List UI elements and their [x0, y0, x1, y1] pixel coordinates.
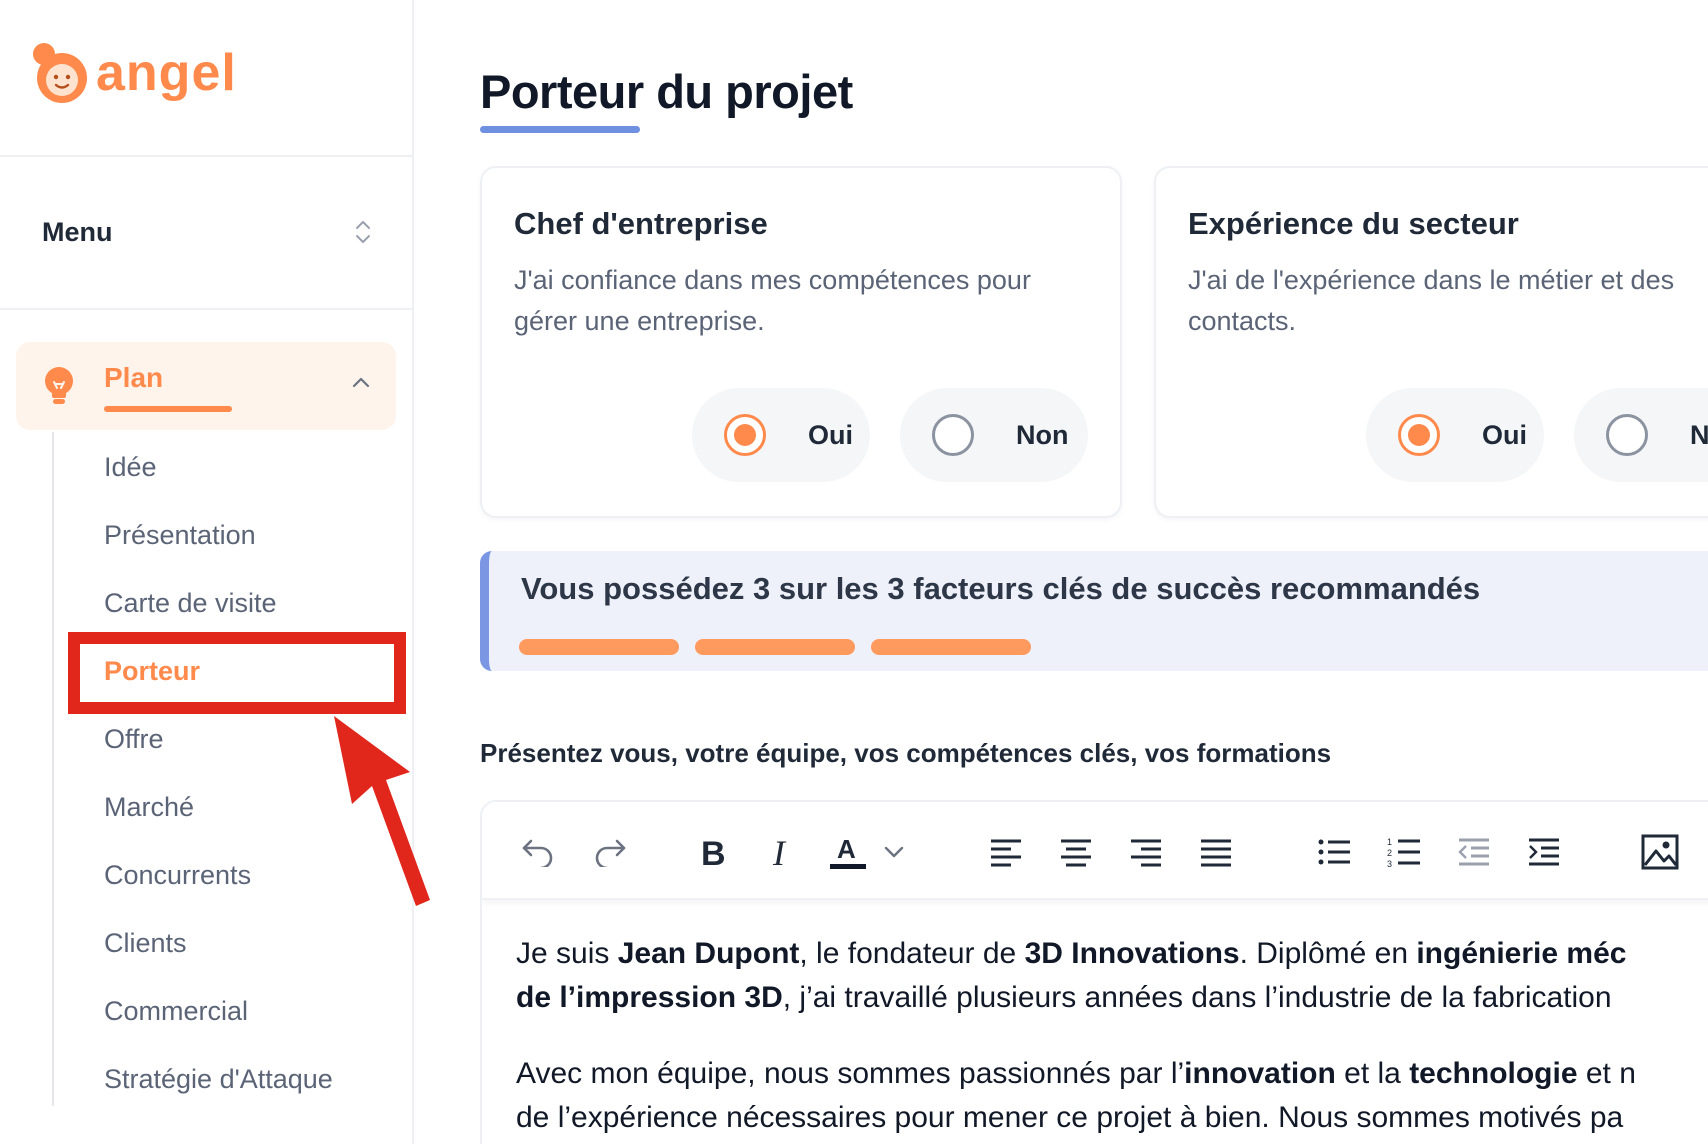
- numbered-list-icon[interactable]: 123: [1384, 832, 1424, 872]
- sidebar-item-carte-de-visite[interactable]: Carte de visite: [104, 588, 277, 619]
- redo-icon[interactable]: [590, 832, 630, 872]
- success-factors-banner: Vous possédez 3 sur les 3 facteurs clés …: [480, 551, 1708, 671]
- active-section-indicator: [104, 406, 232, 412]
- progress-segment: [519, 639, 679, 655]
- sidebar-item-concurrents[interactable]: Concurrents: [104, 860, 251, 891]
- text-run: de l’expérience nécessaires pour mener c…: [516, 1101, 1624, 1134]
- divider: [0, 155, 414, 157]
- chevron-up-down-icon: [356, 221, 370, 243]
- text-run-bold: Jean Dupont: [617, 937, 800, 970]
- sidebar-item-presentation[interactable]: Présentation: [104, 520, 256, 551]
- radio-button[interactable]: [932, 414, 974, 456]
- text-run-bold: 3D Innovations: [1024, 937, 1240, 970]
- radio-button[interactable]: [1606, 414, 1648, 456]
- radio-option-oui[interactable]: Oui: [1366, 388, 1544, 482]
- sidebar-section-plan[interactable]: Plan: [16, 342, 396, 430]
- card-title: Chef d'entreprise: [514, 206, 768, 241]
- align-center-icon[interactable]: [1056, 832, 1096, 872]
- card-description: J'ai confiance dans mes compétences pour…: [514, 265, 1031, 336]
- bold-icon[interactable]: B: [692, 832, 732, 872]
- sidebar-item-marche[interactable]: Marché: [104, 792, 194, 823]
- rich-text-editor[interactable]: B I A 1 2 3 Je suis Jean Dupont, le fond…: [480, 800, 1708, 1144]
- factor-card-experience-secteur: Expérience du secteur J'ai de l'expérien…: [1154, 166, 1708, 518]
- divider: [0, 308, 414, 310]
- align-left-icon[interactable]: [986, 832, 1026, 872]
- radio-label: Oui: [1482, 419, 1527, 450]
- text-run: et la: [1335, 1057, 1410, 1090]
- angel-logo[interactable]: angel: [30, 38, 270, 108]
- radio-button-checked[interactable]: [724, 414, 766, 456]
- card-title: Expérience du secteur: [1188, 206, 1519, 241]
- menu-label: Menu: [42, 216, 113, 247]
- editor-paragraph: Avec mon équipe, nous sommes passionnés …: [516, 1052, 1708, 1140]
- progress-segment: [871, 639, 1031, 655]
- factor-card-chef-entreprise: Chef d'entreprise J'ai confiance dans me…: [480, 166, 1122, 518]
- angel-mascot-icon: [33, 43, 87, 103]
- svg-text:B: B: [701, 835, 726, 869]
- sidebar-item-strategie-attaque[interactable]: Stratégie d'Attaque: [104, 1064, 333, 1095]
- chevron-up-icon[interactable]: [352, 376, 370, 388]
- align-right-icon[interactable]: [1126, 832, 1166, 872]
- main-content: Porteur du projet Chef d'entreprise J'ai…: [414, 0, 1708, 1144]
- title-underline: [480, 126, 640, 133]
- section-label-plan: Plan: [104, 362, 164, 393]
- align-justify-icon[interactable]: [1196, 832, 1236, 872]
- radio-option-non[interactable]: Non: [900, 388, 1088, 482]
- radio-option-non[interactable]: Non: [1574, 388, 1708, 482]
- nav-tree-line: [52, 432, 54, 1106]
- highlight-annotation-box: [68, 632, 406, 714]
- text-run: Avec mon équipe, nous sommes passionnés …: [516, 1057, 1185, 1090]
- outdent-icon[interactable]: [1454, 832, 1494, 872]
- sidebar-item-offre[interactable]: Offre: [104, 724, 164, 755]
- sidebar-item-idee[interactable]: Idée: [104, 452, 157, 483]
- progress-segment: [695, 639, 855, 655]
- page-title: Porteur du projet: [480, 65, 853, 118]
- sidebar: angel Menu Plan Idée Présentation Carte …: [0, 0, 414, 1144]
- text-run: Je suis: [516, 937, 618, 970]
- card-description: J'ai de l'expérience dans le métier et d…: [1188, 265, 1675, 336]
- svg-text:A: A: [837, 834, 856, 864]
- text-run-bold: technologie: [1409, 1057, 1578, 1090]
- editor-label: Présentez vous, votre équipe, vos compét…: [480, 738, 1332, 768]
- text-run: , le fondateur de: [799, 937, 1025, 970]
- menu-selector[interactable]: Menu: [42, 210, 372, 254]
- chevron-down-icon[interactable]: [874, 832, 914, 872]
- radio-label: Non: [1016, 419, 1069, 450]
- svg-text:1: 1: [1387, 837, 1392, 847]
- text-run-bold: de l’impression 3D: [516, 981, 783, 1014]
- editor-content[interactable]: Je suis Jean Dupont, le fondateur de 3D …: [516, 932, 1708, 1144]
- font-color-icon[interactable]: A: [828, 832, 868, 872]
- text-run: , j’ai travaillé plusieurs années dans l…: [782, 981, 1612, 1014]
- image-icon[interactable]: [1640, 832, 1680, 872]
- editor-toolbar: B I A 1 2 3: [482, 802, 1708, 900]
- bulleted-list-icon[interactable]: [1314, 832, 1354, 872]
- undo-icon[interactable]: [518, 832, 558, 872]
- svg-text:3: 3: [1387, 859, 1392, 868]
- svg-text:I: I: [772, 835, 787, 869]
- sidebar-item-clients[interactable]: Clients: [104, 928, 187, 959]
- editor-paragraph: Je suis Jean Dupont, le fondateur de 3D …: [516, 932, 1708, 1020]
- brand-name: angel: [96, 44, 237, 102]
- italic-icon[interactable]: I: [760, 832, 800, 872]
- svg-text:2: 2: [1387, 848, 1392, 858]
- lightbulb-icon: [45, 367, 73, 404]
- text-run: et n: [1577, 1057, 1636, 1090]
- text-run-bold: ingénierie méc: [1416, 937, 1627, 970]
- radio-label: Oui: [808, 419, 853, 450]
- text-run: . Diplômé en: [1239, 937, 1417, 970]
- success-factors-text: Vous possédez 3 sur les 3 facteurs clés …: [521, 571, 1481, 606]
- sidebar-item-commercial[interactable]: Commercial: [104, 996, 248, 1027]
- radio-button-checked[interactable]: [1398, 414, 1440, 456]
- indent-icon[interactable]: [1524, 832, 1564, 872]
- text-run-bold: innovation: [1184, 1057, 1336, 1090]
- radio-option-oui[interactable]: Oui: [692, 388, 870, 482]
- radio-label: Non: [1690, 419, 1708, 450]
